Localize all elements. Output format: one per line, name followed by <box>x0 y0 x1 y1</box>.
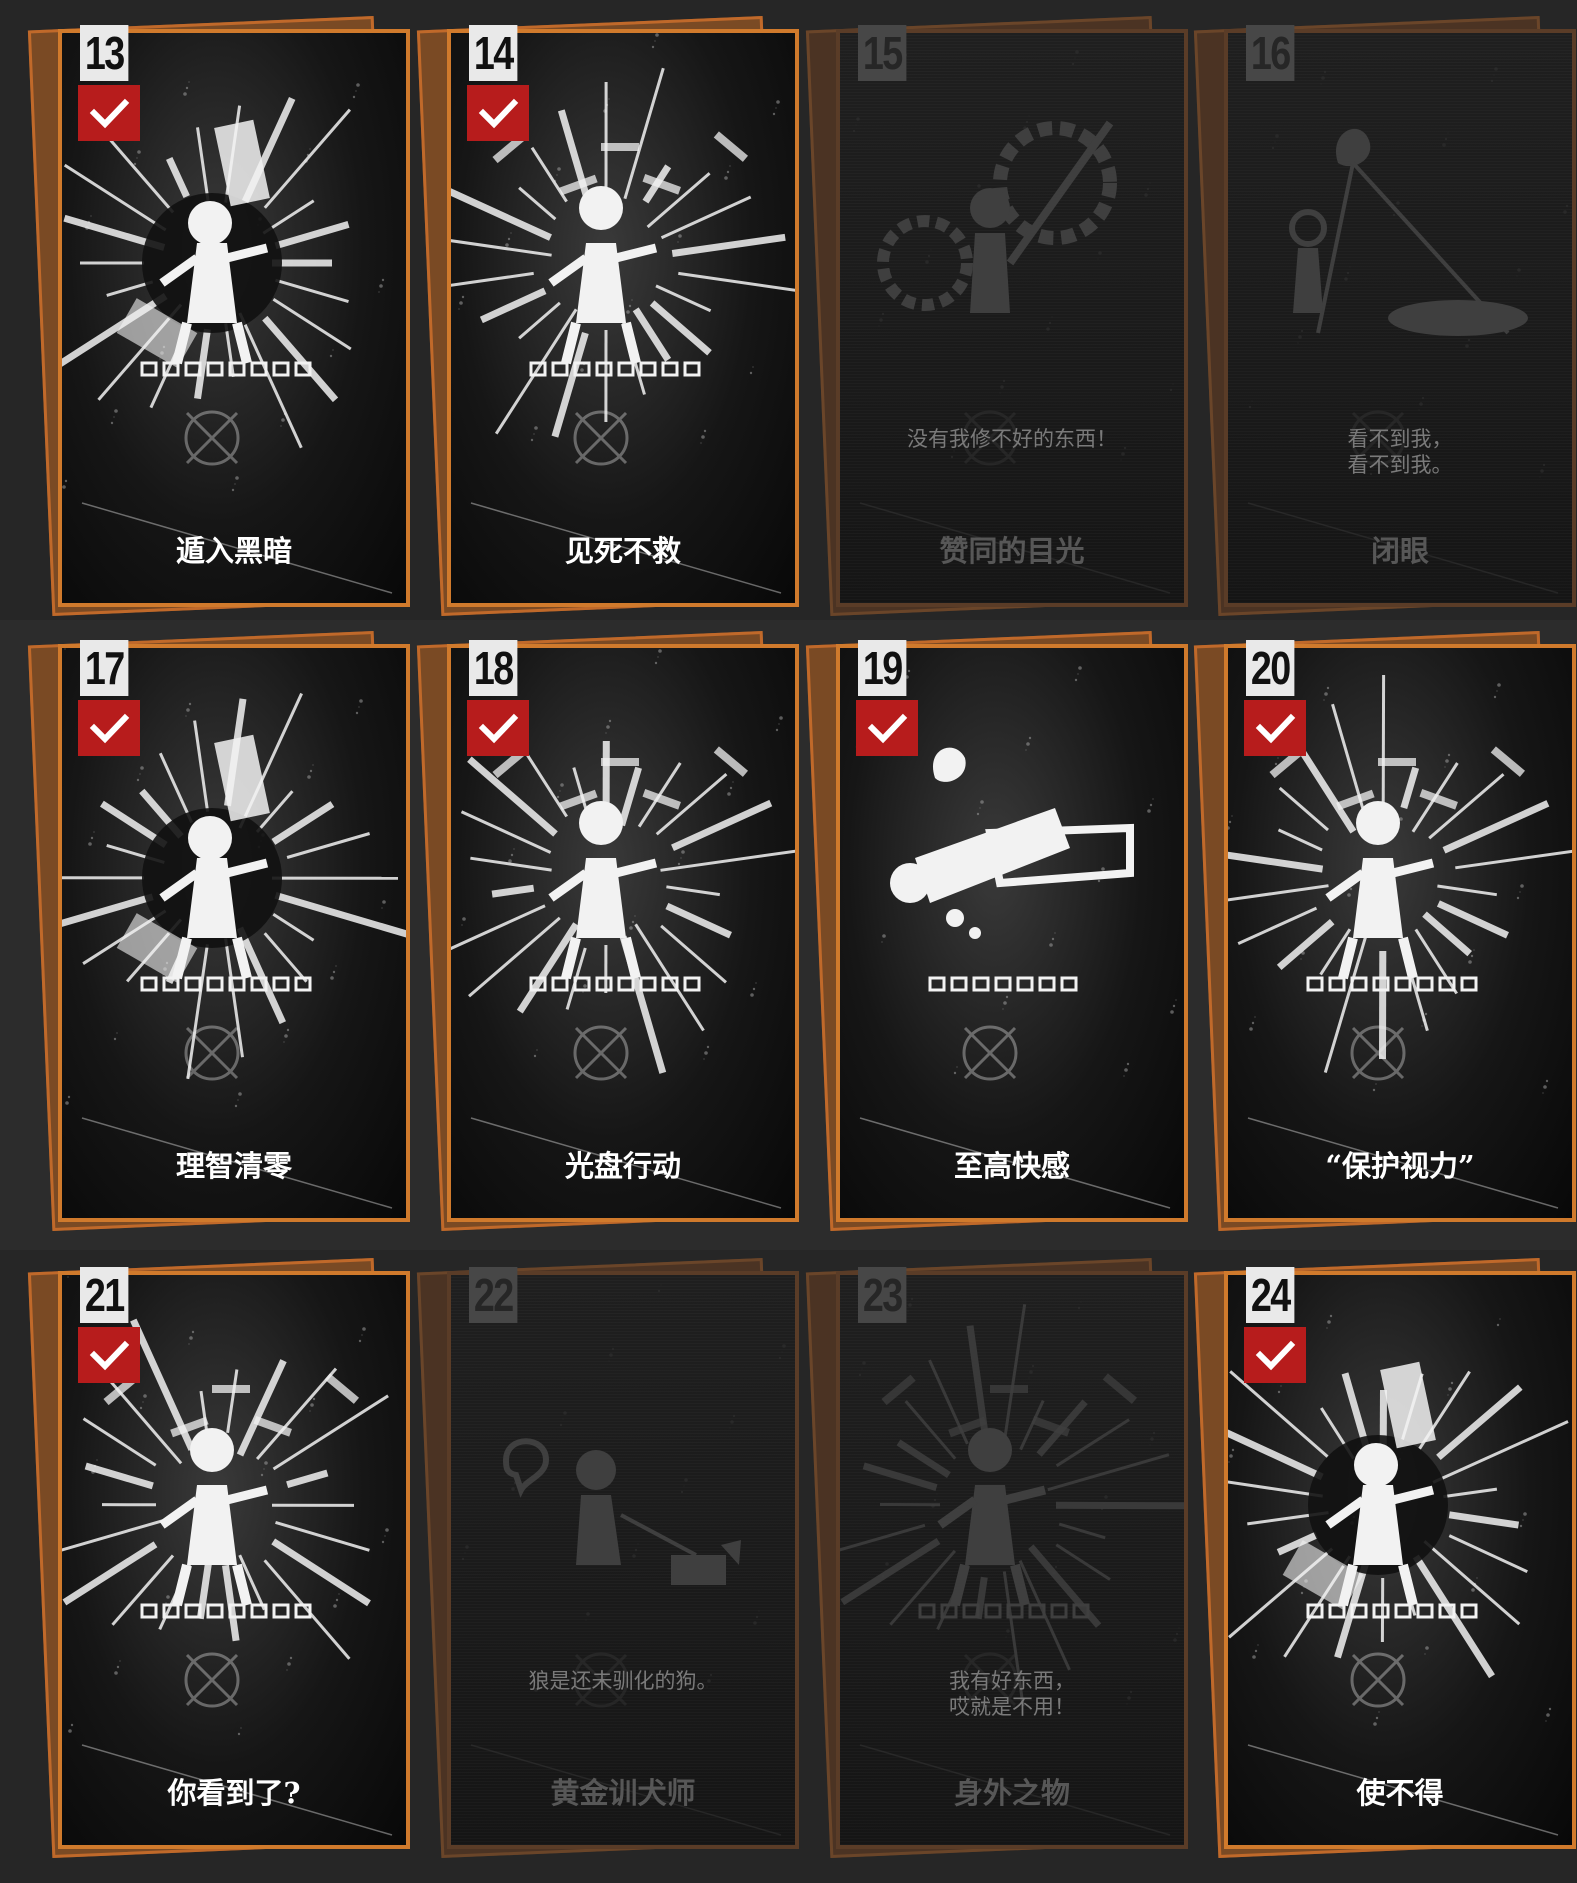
achievement-card[interactable]: 狼是还未驯化的狗。 黄金训犬师 22 <box>416 1258 799 1858</box>
card-number-badge: 16 <box>1246 25 1295 81</box>
card-title: 见死不救 <box>564 534 681 568</box>
emblem-icon <box>962 1025 1018 1081</box>
card-title: 理智清零 <box>175 1149 292 1183</box>
achievement-card[interactable]: 见死不救 14 <box>416 16 799 616</box>
card-illustration <box>840 1297 1184 1836</box>
emblem-icon <box>573 1025 629 1081</box>
card-title: “保护视力” <box>1325 1149 1475 1183</box>
achievement-card[interactable]: 我有好东西， 哎就是不用！ 身外之物 23 <box>805 1258 1188 1858</box>
check-icon <box>1244 700 1306 756</box>
card-title: 遁入黑暗 <box>175 534 292 568</box>
card-number-badge: 14 <box>469 25 518 81</box>
card-number-badge: 23 <box>858 1267 907 1323</box>
check-icon <box>78 85 140 141</box>
card-illustration <box>852 50 1174 594</box>
achievement-card[interactable]: 光盘行动 18 <box>416 631 799 1231</box>
card-face: 没有我修不好的东西！ 赞同的目光 <box>836 29 1188 607</box>
card-number-badge: 15 <box>858 25 907 81</box>
achievement-card[interactable]: 你看到了? 21 <box>27 1258 410 1858</box>
card-flavor-text: 狼是还未驯化的狗。 <box>528 1669 718 1693</box>
emblem-icon <box>184 1652 240 1708</box>
achievement-card[interactable]: 理智清零 17 <box>27 631 410 1231</box>
check-icon <box>1244 1327 1306 1383</box>
card-number-badge: 20 <box>1246 640 1295 696</box>
check-icon <box>78 700 140 756</box>
emblem-icon <box>573 410 629 466</box>
emblem-icon <box>184 410 240 466</box>
emblem-icon <box>1350 1025 1406 1081</box>
achievement-card[interactable]: 至高快感 19 <box>805 631 1188 1231</box>
emblem-icon <box>184 1025 240 1081</box>
card-title: 你看到了? <box>167 1776 301 1810</box>
card-title: 至高快感 <box>953 1149 1070 1183</box>
card-number-badge: 18 <box>469 640 518 696</box>
check-icon <box>467 700 529 756</box>
achievement-card[interactable]: 使不得 24 <box>1193 1258 1576 1858</box>
card-title: 使不得 <box>1356 1776 1444 1810</box>
achievement-card[interactable]: 遁入黑暗 13 <box>27 16 410 616</box>
check-icon <box>78 1327 140 1383</box>
achievement-card[interactable]: “保护视力” 20 <box>1193 631 1576 1231</box>
card-number-badge: 17 <box>80 640 129 696</box>
achievement-card[interactable]: 没有我修不好的东西！ 赞同的目光 15 <box>805 16 1188 616</box>
card-title: 身外之物 <box>953 1776 1070 1810</box>
card-number-badge: 13 <box>80 25 129 81</box>
card-title: 闭眼 <box>1370 534 1429 568</box>
check-icon <box>467 85 529 141</box>
card-illustration <box>1228 67 1569 594</box>
card-illustration <box>461 1280 786 1836</box>
emblem-icon <box>1350 1652 1406 1708</box>
card-face: 看不到我， 看不到我。闭眼 <box>1224 29 1576 607</box>
achievement-gallery: 遁入黑暗 13 见死不救 14 没有我修不好的东西！ 赞同的目光 15 看不到我， 看不到我。… <box>0 0 1577 1883</box>
card-number-badge: 22 <box>469 1267 518 1323</box>
card-flavor-text: 我有好东西， 哎就是不用！ <box>949 1669 1075 1719</box>
card-flavor-text: 没有我修不好的东西！ <box>907 427 1117 451</box>
card-face: 我有好东西， 哎就是不用！ 身外之物 <box>836 1271 1188 1849</box>
card-number-badge: 21 <box>80 1267 129 1323</box>
card-number-badge: 19 <box>858 640 907 696</box>
card-title: 赞同的目光 <box>939 534 1085 568</box>
card-face: 狼是还未驯化的狗。黄金训犬师 <box>447 1271 799 1849</box>
card-number-badge: 24 <box>1246 1267 1295 1323</box>
card-flavor-text: 看不到我， 看不到我。 <box>1347 427 1453 477</box>
check-icon <box>856 700 918 756</box>
card-title: 黄金训犬师 <box>550 1776 696 1810</box>
achievement-card[interactable]: 看不到我， 看不到我。 闭眼 16 <box>1193 16 1576 616</box>
card-title: 光盘行动 <box>564 1149 681 1183</box>
